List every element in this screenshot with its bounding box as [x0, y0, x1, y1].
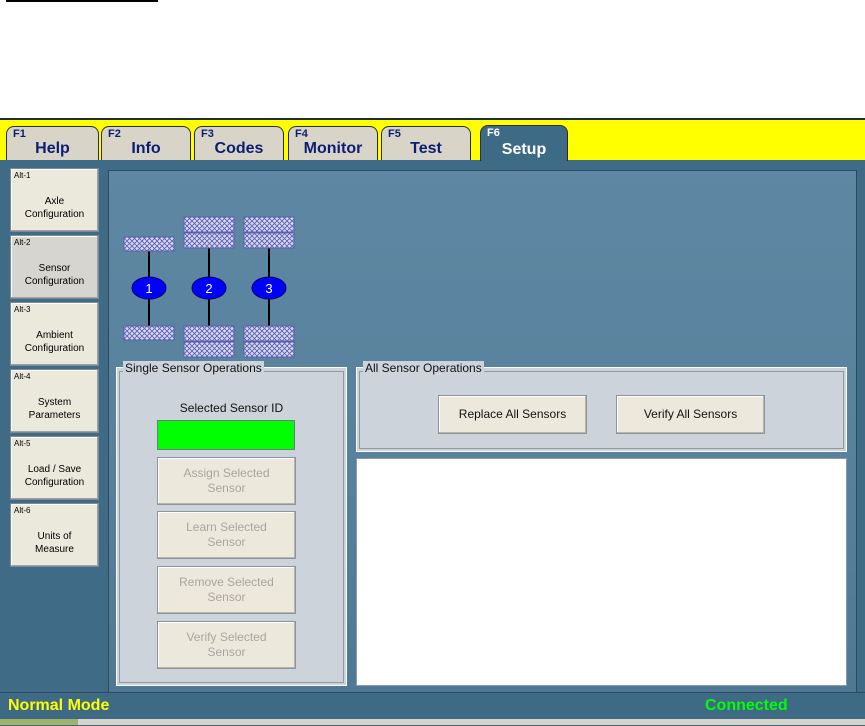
remove-selected-sensor-button[interactable]: Remove Selected Sensor: [157, 566, 296, 614]
tab-label: Info: [131, 140, 161, 157]
tire-icon[interactable]: [243, 216, 295, 233]
button-label: Remove Selected Sensor: [179, 575, 274, 604]
group-title: All Sensor Operations: [363, 361, 484, 375]
axle-number: 2: [205, 281, 212, 296]
tab-test[interactable]: F5 Test: [381, 126, 471, 160]
axle-number: 1: [145, 281, 152, 296]
sidebar-item-sensor-configuration[interactable]: Alt-2 Sensor Configuration: [10, 235, 99, 299]
header-underline: [6, 0, 158, 2]
tab-label: Monitor: [303, 140, 363, 157]
verify-all-sensors-button[interactable]: Verify All Sensors: [616, 395, 765, 434]
sidebar-item-key: Alt-6: [14, 506, 31, 515]
sidebar-item-label: Ambient Configuration: [24, 330, 85, 354]
tab-fkey: F5: [388, 128, 401, 140]
sidebar-item-system-parameters[interactable]: Alt-4 System Parameters: [10, 369, 99, 433]
button-label: Verify Selected Sensor: [186, 630, 267, 659]
button-label: Learn Selected Sensor: [186, 520, 267, 549]
button-label: Verify All Sensors: [643, 407, 738, 421]
axle-3[interactable]: 3: [243, 216, 295, 358]
tab-setup[interactable]: F6 Setup: [480, 125, 568, 161]
sidebar-item-load-save-configuration[interactable]: Alt-5 Load / Save Configuration: [10, 436, 99, 500]
sidebar-item-label: Axle Configuration: [24, 196, 85, 220]
tab-help[interactable]: F1 Help: [6, 126, 99, 160]
single-sensor-operations-group: Single Sensor Operations Selected Sensor…: [116, 361, 347, 686]
main-panel: 1 2 3 Single Sensor Operations Selected …: [108, 170, 857, 693]
results-list[interactable]: [356, 458, 847, 686]
tire-icon[interactable]: [183, 216, 235, 233]
verify-selected-sensor-button[interactable]: Verify Selected Sensor: [157, 621, 296, 669]
tab-monitor[interactable]: F4 Monitor: [288, 126, 378, 160]
axle-2[interactable]: 2: [183, 216, 235, 358]
learn-selected-sensor-button[interactable]: Learn Selected Sensor: [157, 511, 296, 559]
sidebar-item-key: Alt-4: [14, 372, 31, 381]
tab-label: Help: [35, 140, 70, 157]
tab-label: Codes: [214, 140, 264, 157]
axle-number: 3: [265, 281, 272, 296]
tire-icon[interactable]: [243, 325, 295, 342]
axle-diagram: 1 2 3: [123, 216, 295, 358]
group-title: Single Sensor Operations: [123, 361, 264, 375]
sidebar-item-units-of-measure[interactable]: Alt-6 Units of Measure: [10, 503, 99, 567]
tab-label: Setup: [501, 141, 547, 158]
sidebar-item-key: Alt-3: [14, 305, 31, 314]
assign-selected-sensor-button[interactable]: Assign Selected Sensor: [157, 457, 296, 505]
tab-codes[interactable]: F3 Codes: [194, 126, 284, 160]
app-window: F1 Help F2 Info F3 Codes F4 Monitor F5 T…: [0, 118, 865, 726]
button-label: Assign Selected Sensor: [183, 466, 270, 495]
selected-sensor-label: Selected Sensor ID: [179, 401, 284, 415]
tab-fkey: F2: [108, 128, 121, 140]
sidebar-item-label: Load / Save Configuration: [24, 464, 85, 488]
button-label: Replace All Sensors: [458, 407, 567, 421]
tab-fkey: F3: [201, 128, 214, 140]
sidebar-item-label: Sensor Configuration: [24, 263, 85, 287]
tab-fkey: F6: [487, 127, 500, 139]
tire-icon[interactable]: [243, 232, 295, 249]
tire-icon[interactable]: [123, 236, 175, 252]
replace-all-sensors-button[interactable]: Replace All Sensors: [438, 395, 587, 434]
tab-fkey: F1: [13, 128, 26, 140]
tab-fkey: F4: [295, 128, 308, 140]
sidebar-item-ambient-configuration[interactable]: Alt-3 Ambient Configuration: [10, 302, 99, 366]
sidebar-item-key: Alt-1: [14, 171, 31, 180]
connection-status: Connected: [705, 697, 788, 714]
tab-bar: F1 Help F2 Info F3 Codes F4 Monitor F5 T…: [0, 118, 865, 161]
selected-sensor-id-field[interactable]: [157, 420, 295, 450]
tab-info[interactable]: F2 Info: [101, 126, 191, 160]
tire-icon[interactable]: [183, 232, 235, 249]
tire-icon[interactable]: [243, 341, 295, 358]
sidebar-item-key: Alt-2: [14, 238, 31, 247]
sidebar-item-label: Units of Measure: [35, 531, 74, 555]
mode-status: Normal Mode: [8, 697, 110, 714]
tire-icon[interactable]: [183, 325, 235, 342]
sidebar-item-axle-configuration[interactable]: Alt-1 Axle Configuration: [10, 168, 99, 232]
all-sensor-operations-group: All Sensor Operations Replace All Sensor…: [356, 361, 847, 452]
tire-icon[interactable]: [123, 325, 175, 341]
axle-1[interactable]: 1: [123, 236, 175, 341]
sidebar-item-key: Alt-5: [14, 439, 31, 448]
taskbar-strip: [0, 719, 865, 725]
sidebar-item-label: System Parameters: [28, 397, 81, 421]
tab-label: Test: [410, 140, 442, 157]
tire-icon[interactable]: [183, 341, 235, 358]
